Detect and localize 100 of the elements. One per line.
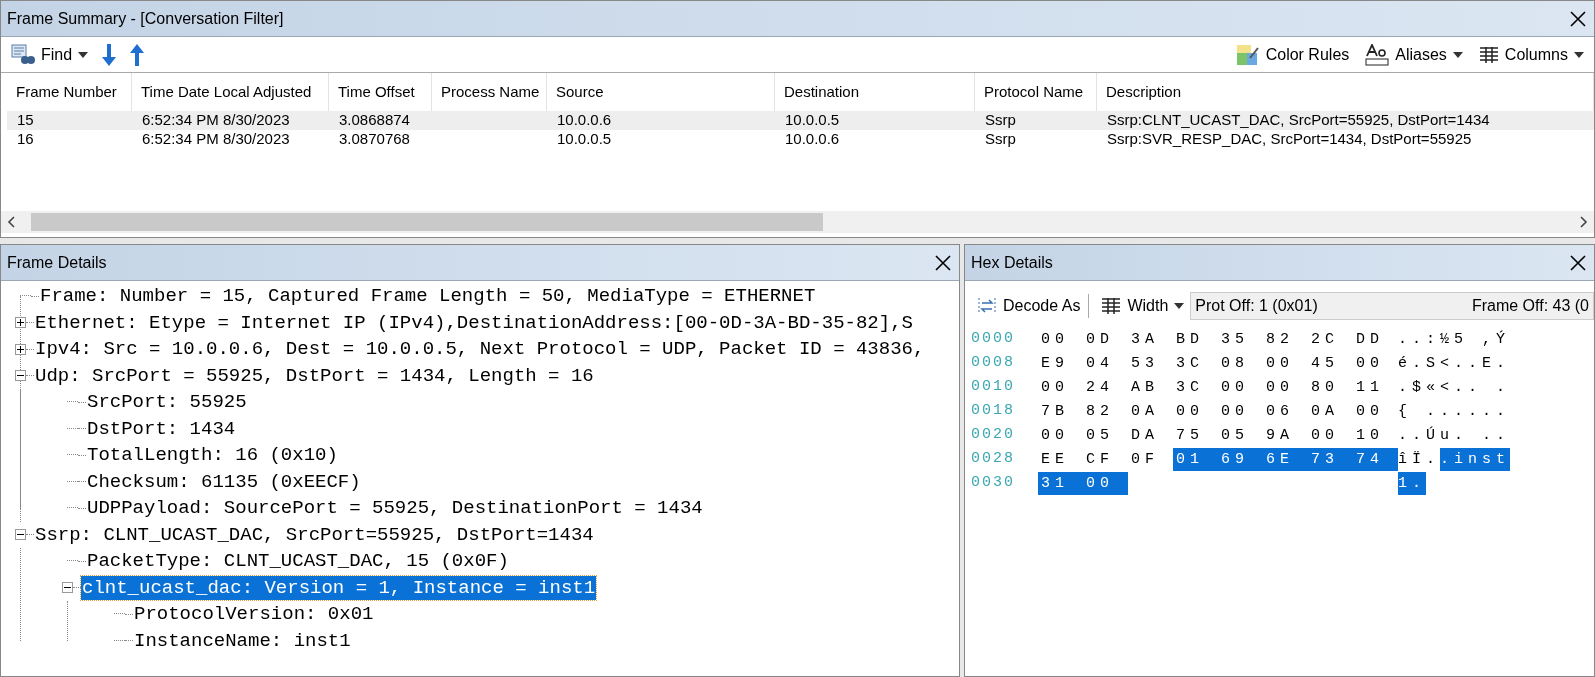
hex-byte[interactable]: 75 [1173,423,1218,447]
hex-byte[interactable]: 00 [1218,375,1263,399]
expand-icon[interactable] [15,317,26,329]
close-icon[interactable] [1568,8,1588,29]
table-cell: Ssrp:SVR_RESP_DAC, SrcPort=1434, DstPort=55925 [1107,130,1472,148]
toolbar-button[interactable]: Columns [1474,39,1588,70]
tree-item[interactable]: SrcPort: 55925 [86,390,248,415]
hex-byte[interactable]: 00 [1173,399,1218,423]
hex-byte[interactable]: 82 [1083,399,1128,423]
hex-byte[interactable]: 00 [1353,351,1398,375]
tree-item[interactable]: Udp: SrcPort = 55925, DstPort = 1434, Length = 16 [34,363,595,388]
ascii-text: é.S<..E. [1398,353,1510,374]
hex-byte[interactable]: EE [1038,447,1083,471]
hex-byte[interactable]: 0A [1128,399,1173,423]
color-rules-icon [1235,43,1260,66]
collapse-icon[interactable] [62,582,73,594]
hex-byte[interactable]: 73 [1308,447,1353,471]
hex-byte[interactable]: 35 [1218,327,1263,351]
hex-byte[interactable]: 00 [1038,327,1083,351]
hex-byte[interactable]: 11 [1353,375,1398,399]
hex-byte[interactable]: 53 [1128,351,1173,375]
hex-byte[interactable]: 00 [1083,471,1128,495]
table-cell: 16 [17,130,34,148]
expand-icon[interactable] [15,343,26,355]
hex-byte[interactable]: 80 [1308,375,1353,399]
hex-byte[interactable]: 69 [1218,447,1263,471]
hex-byte[interactable]: 7B [1038,399,1083,423]
tree-item[interactable]: InstanceName: inst1 [133,628,352,653]
hex-byte[interactable]: 0A [1308,399,1353,423]
scrollbar-thumb[interactable] [31,213,823,231]
caret-icon [1574,51,1584,58]
hex-byte[interactable]: 05 [1083,423,1128,447]
close-icon[interactable] [933,252,953,273]
table-cell: 10.0.0.5 [785,111,840,129]
collapse-icon[interactable] [15,529,26,541]
toolbar-button[interactable]: Find [7,39,93,70]
tree-item[interactable]: Ethernet: Etype = Internet IP (IPv4),DestinationAddress:[00-0D-3A-BD-35-82],S [34,310,914,335]
decode-as-button[interactable]: Decode As [977,294,1090,318]
frame-offset: Frame Off: 43 (0 [1471,296,1589,316]
hex-offset: 0030 [971,472,1016,493]
caret-icon [1452,51,1463,58]
hex-byte[interactable]: 00 [1038,423,1083,447]
hex-byte[interactable]: 05 [1218,423,1263,447]
hex-byte[interactable]: 00 [1353,399,1398,423]
table-cell: Ssrp:CLNT_UCAST_DAC, SrcPort=55925, DstPort=1434 [1107,111,1490,129]
tree-item[interactable]: clnt_ucast_dac: Version = 1, Instance = inst1 [81,575,597,600]
table-row[interactable]: 15 6:52:34 PM 8/30/2023 3.0868874 10.0.0.6 10.0.0.5 Ssrp Ssrp:CLNT_UCAST_DAC, SrcPort=55925, DstPort=1434 [7,111,1594,130]
ascii-text: { ...... [1398,401,1510,422]
close-icon[interactable] [1568,252,1588,273]
toolbar-button[interactable]: Aliases [1361,39,1467,70]
columns-icon [1101,297,1122,315]
tree-item[interactable]: Frame: Number = 15, Captured Frame Length = 50, MediaType = ETHERNET [39,284,817,309]
tree-item[interactable]: Ssrp: CLNT_UCAST_DAC, SrcPort=55925, DstPort=1434 [34,522,595,547]
tree-item[interactable]: DstPort: 1434 [86,416,237,441]
hex-byte[interactable]: DD [1353,327,1398,351]
collapse-icon[interactable] [15,370,26,382]
width-button[interactable]: Width [1101,294,1185,318]
hex-byte[interactable]: 06 [1263,399,1308,423]
hex-byte[interactable]: 74 [1353,447,1398,471]
hex-byte[interactable]: 9A [1263,423,1308,447]
hex-byte[interactable]: 08 [1218,351,1263,375]
hex-byte[interactable]: 0D [1083,327,1128,351]
hex-byte[interactable]: 00 [1308,423,1353,447]
hex-byte[interactable]: DA [1128,423,1173,447]
hex-byte[interactable]: 01 [1173,447,1218,471]
hex-byte[interactable]: 31 [1038,471,1083,495]
hex-byte[interactable]: AB [1128,375,1173,399]
hex-byte[interactable]: 00 [1218,399,1263,423]
hex-offset: 0028 [971,448,1016,469]
tree-item[interactable]: TotalLength: 16 (0x10) [86,443,339,468]
table-cell: Ssrp [985,111,1016,129]
hex-byte[interactable]: 00 [1263,375,1308,399]
toolbar-button[interactable]: Color Rules [1231,39,1354,70]
hex-byte[interactable]: 24 [1083,375,1128,399]
hex-byte[interactable]: 00 [1038,375,1083,399]
tree-item[interactable]: UDPPayload: SourcePort = 55925, DestinationPort = 1434 [86,496,704,521]
hex-offset: 0000 [971,328,1016,349]
hex-byte[interactable]: 45 [1308,351,1353,375]
hex-byte[interactable]: 0F [1128,447,1173,471]
hex-offset: 0010 [971,376,1016,397]
tree-item[interactable]: ProtocolVersion: 0x01 [133,602,375,627]
hex-byte[interactable]: 10 [1353,423,1398,447]
tree-item[interactable]: PacketType: CLNT_UCAST_DAC, 15 (0x0F) [86,549,510,574]
hex-byte[interactable]: 00 [1263,351,1308,375]
panel-title: Frame Details [7,252,107,273]
hex-byte[interactable]: 82 [1263,327,1308,351]
aliases-icon [1365,43,1390,66]
hex-byte[interactable]: CF [1083,447,1128,471]
hex-byte[interactable]: E9 [1038,351,1083,375]
hex-byte[interactable]: 6E [1263,447,1308,471]
tree-item[interactable]: Ipv4: Src = 10.0.0.6, Dest = 10.0.0.5, Next Protocol = UDP, Packet ID = 43836, [34,337,926,362]
prot-offset: Prot Off: 1 (0x01) [1195,296,1318,316]
hex-byte[interactable]: BD [1173,327,1218,351]
hex-byte[interactable]: 3C [1173,351,1218,375]
hex-byte[interactable]: 3A [1128,327,1173,351]
hex-byte[interactable]: 3C [1173,375,1218,399]
horizontal-scrollbar[interactable] [1,211,1594,233]
tree-item[interactable]: Checksum: 61135 (0xEECF) [86,469,362,494]
hex-byte[interactable]: 04 [1083,351,1128,375]
hex-byte[interactable]: 2C [1308,327,1353,351]
